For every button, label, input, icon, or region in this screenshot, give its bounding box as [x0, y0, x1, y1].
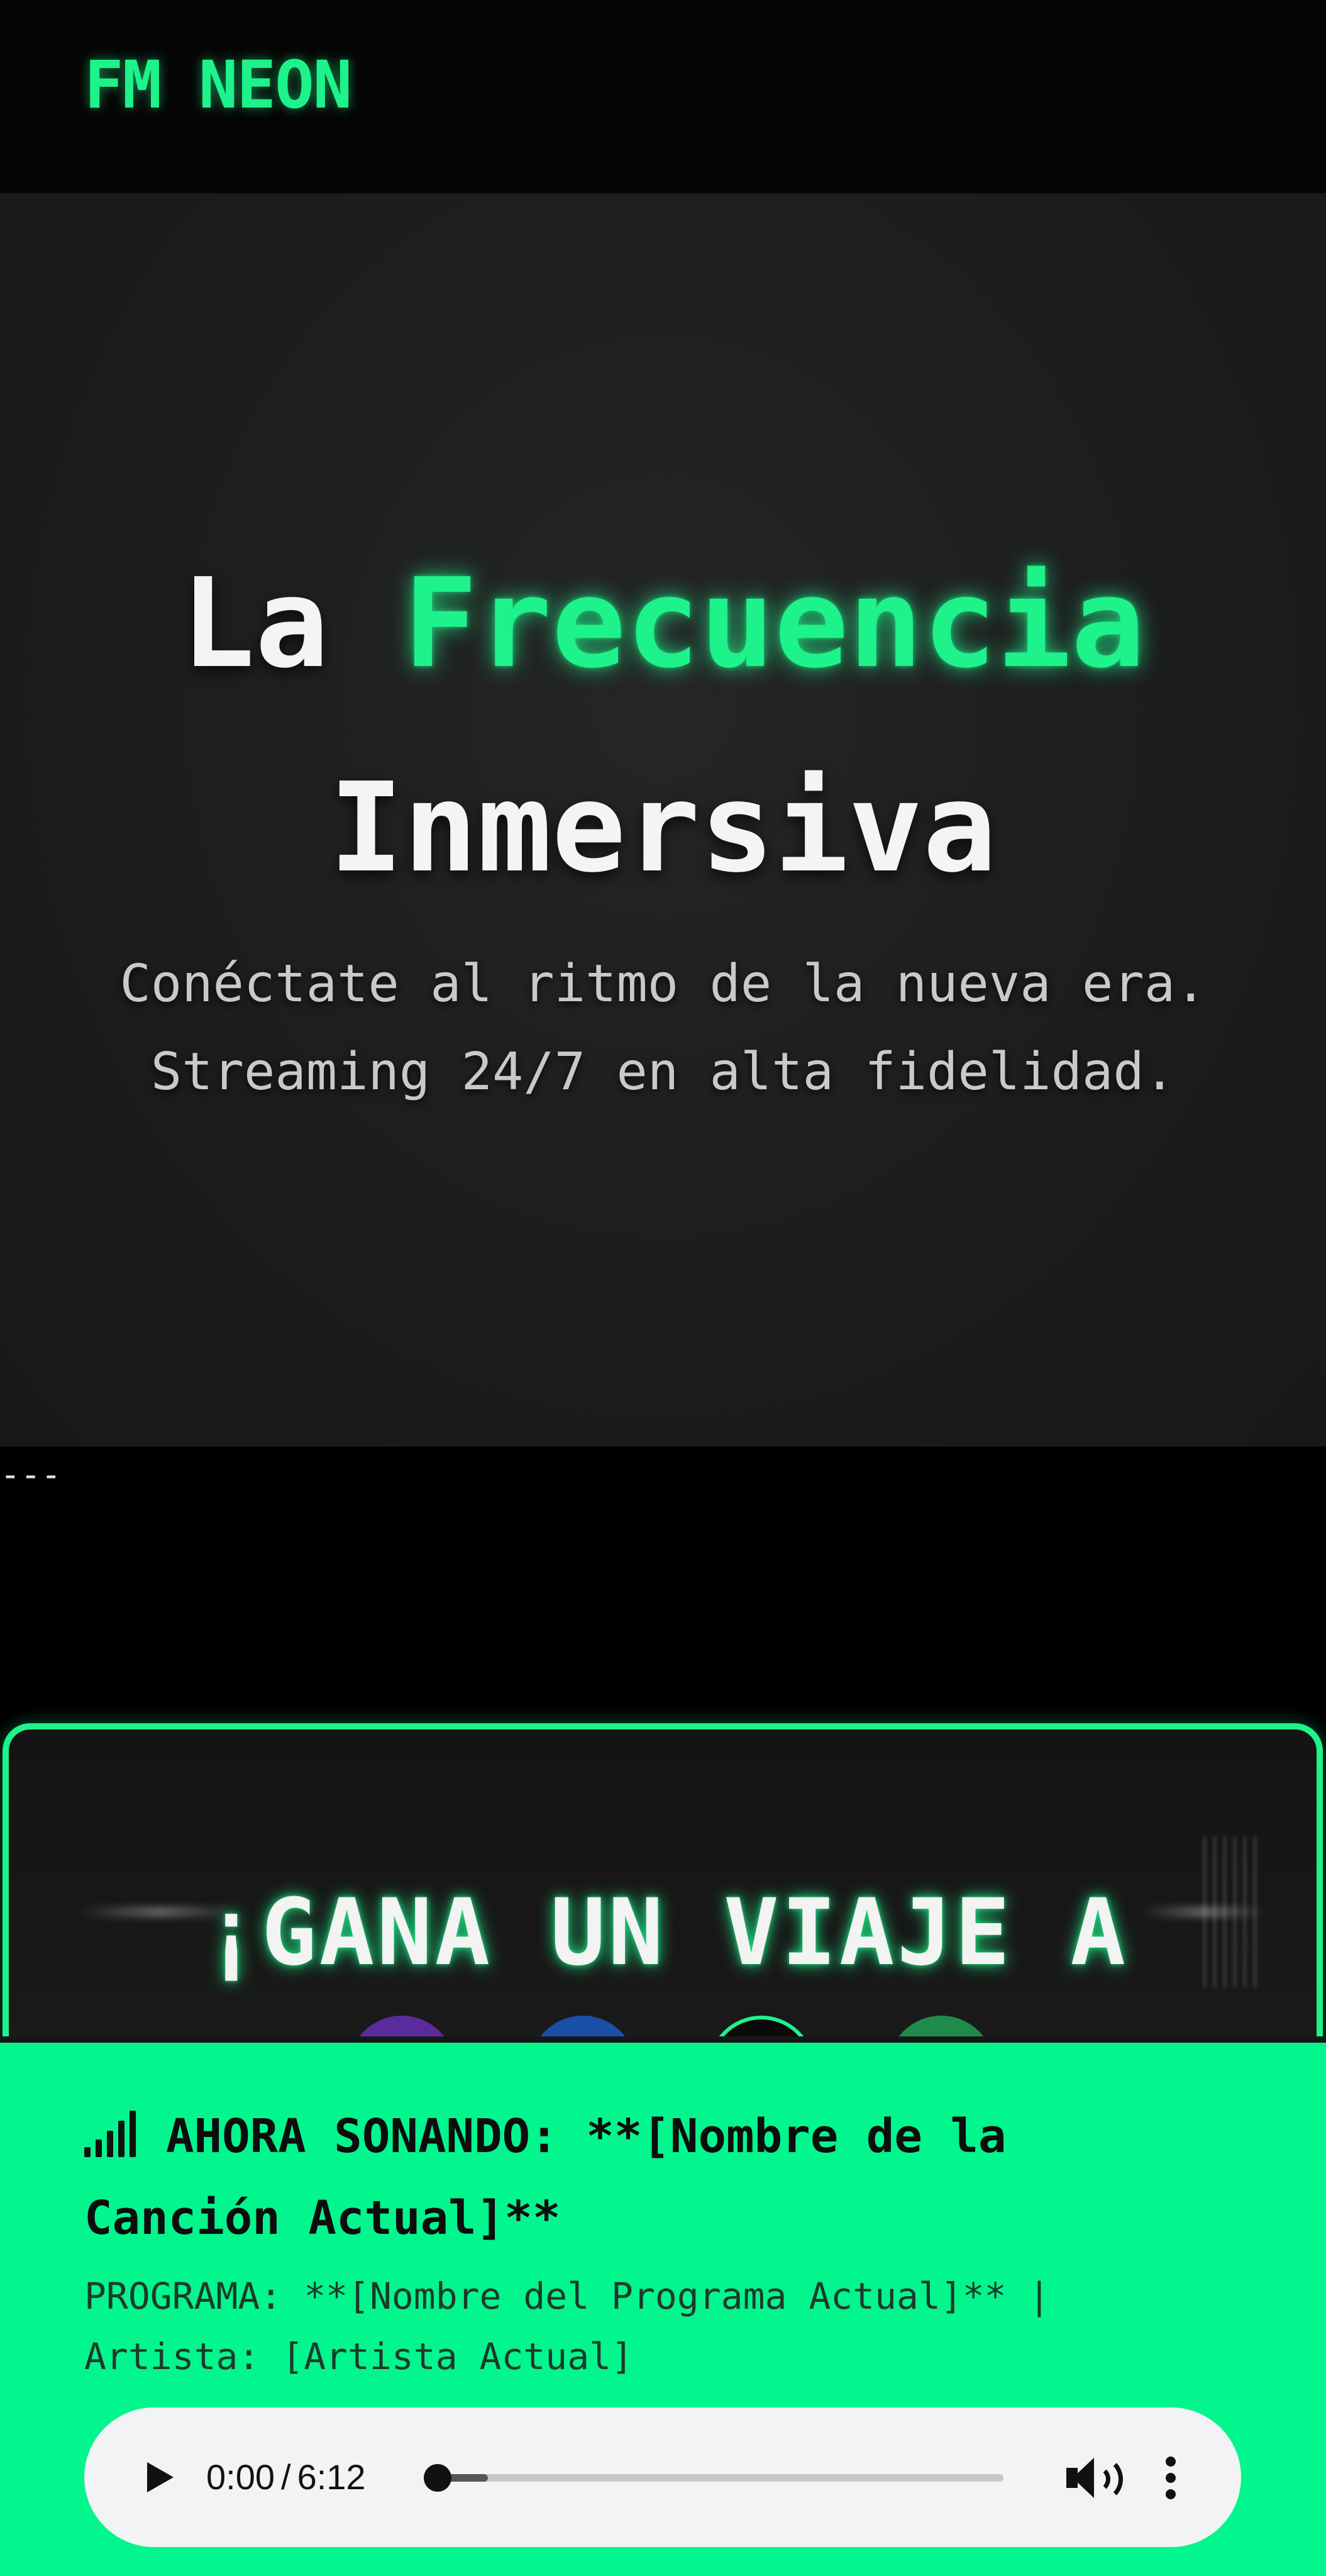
hero-subtitle-line1: Conéctate al ritmo de la nueva era. — [119, 954, 1207, 1014]
signal-bars-icon — [84, 2111, 145, 2157]
divider-text: --- — [0, 1455, 62, 1494]
current-time: 0:00 — [206, 2457, 275, 2497]
now-playing-headline-line1: AHORA SONANDO: **[Nombre de la — [166, 2109, 1007, 2163]
duration: 6:12 — [297, 2457, 366, 2497]
seek-slider[interactable] — [424, 2464, 1003, 2492]
time-display: 0:00/6:12 — [206, 2453, 366, 2502]
hero-title-prefix: La — [180, 552, 329, 696]
play-button[interactable] — [135, 2452, 185, 2502]
artist-name: Artista: [Artista Actual] — [84, 2335, 633, 2378]
promo-title: ¡GANA UN VIAJE A — [203, 1879, 1129, 1986]
seek-thumb[interactable] — [424, 2464, 451, 2492]
more-options-icon[interactable] — [1158, 2451, 1183, 2504]
audio-player: 0:00/6:12 — [84, 2407, 1241, 2547]
hero-subtitle-line2: Streaming 24/7 en alta fidelidad. — [150, 1042, 1176, 1102]
now-playing-headline-line2: Canción Actual]** — [84, 2191, 561, 2245]
now-playing-details: PROGRAMA: **[Nombre del Programa Actual]… — [84, 2266, 1266, 2387]
hero-title: La Frecuencia Inmersiva — [0, 522, 1326, 931]
hero-section: La Frecuencia Inmersiva Conéctate al rit… — [0, 195, 1326, 1446]
brand-logo[interactable]: FM NEON — [84, 49, 352, 121]
now-playing-bar: AHORA SONANDO: **[Nombre de la Canción A… — [0, 2036, 1326, 2576]
hero-subtitle: Conéctate al ritmo de la nueva era. Stre… — [0, 940, 1326, 1116]
now-playing-headline: AHORA SONANDO: **[Nombre de la Canción A… — [84, 2096, 1266, 2259]
site-header: FM NEON — [0, 0, 1326, 195]
hero-title-line2: Inmersiva — [329, 757, 997, 900]
hero-title-accent: Frecuencia — [403, 552, 1146, 696]
time-separator: / — [281, 2457, 291, 2497]
volume-icon[interactable] — [1063, 2451, 1123, 2504]
program-name: PROGRAMA: **[Nombre del Programa Actual]… — [84, 2275, 1051, 2318]
